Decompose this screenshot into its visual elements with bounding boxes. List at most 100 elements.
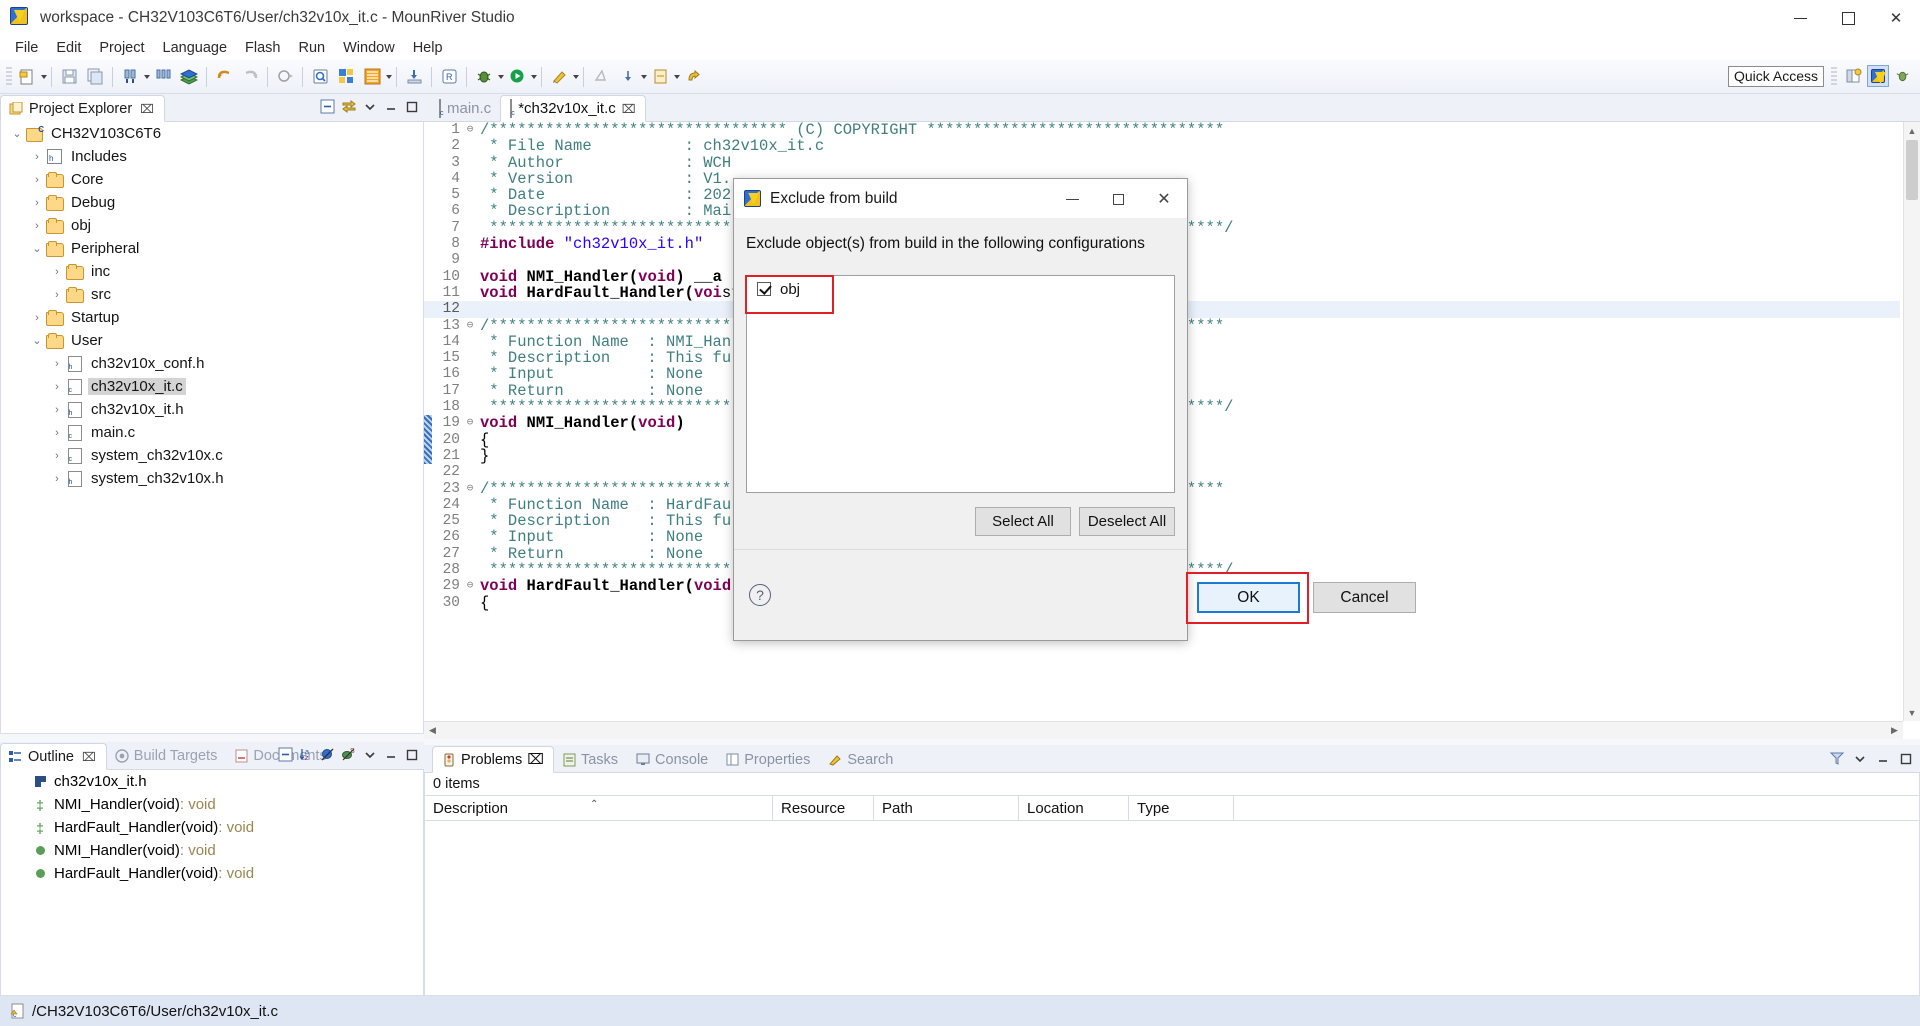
next-annotation-icon[interactable] [588,64,614,90]
project-tree[interactable]: ⌄CH32V103C6T6›Includes›Core›Debug›obj⌄Pe… [0,122,424,734]
debug-config-icon[interactable]: R [436,64,462,90]
tree-item-startup[interactable]: ›Startup [1,306,423,329]
code-line[interactable]: 3 * Author : WCH [424,155,1900,171]
minimize-view-icon[interactable] [382,98,399,115]
scroll-left-icon[interactable]: ◀ [424,722,441,739]
new-icon[interactable] [14,64,40,90]
expand-arrow-icon[interactable]: › [29,151,45,163]
expand-arrow-icon[interactable]: › [49,358,65,370]
tab-search[interactable]: Search [819,746,902,773]
tree-item-user[interactable]: ⌄User [1,329,423,352]
fold-toggle-icon[interactable]: ⊖ [462,481,478,497]
run-last-tool-icon[interactable] [272,64,298,90]
fold-toggle-icon[interactable]: ⊖ [462,122,478,138]
expand-arrow-icon[interactable]: ⌄ [29,242,45,255]
scroll-up-icon[interactable]: ▲ [1904,122,1920,139]
editor-horizontal-scrollbar[interactable]: ◀ ▶ [424,721,1903,739]
expand-arrow-icon[interactable]: › [49,289,65,301]
tree-item-includes[interactable]: ›Includes [1,145,423,168]
open-type-dropdown-icon[interactable] [386,75,392,79]
editor-tab-main-c[interactable]: main.c [430,95,500,122]
expand-arrow-icon[interactable]: › [29,197,45,209]
maximize-button[interactable] [1824,0,1872,36]
new-dropdown-icon[interactable] [41,75,47,79]
save-icon[interactable] [56,64,82,90]
open-perspective-icon[interactable] [1842,65,1864,87]
vertical-scroll-thumb[interactable] [1906,140,1918,200]
tab-build-targets[interactable]: Build Targets [107,742,228,769]
collapse-all-icon[interactable] [319,98,336,115]
quick-access-input[interactable]: Quick Access [1728,66,1824,87]
fold-toggle-icon[interactable]: ⊖ [462,415,478,431]
perspective-drag-handle[interactable] [1831,67,1837,85]
tab-properties[interactable]: Properties [717,746,819,773]
perspective-debug-icon[interactable] [1892,65,1914,87]
column-path[interactable]: Path [874,796,1019,820]
expand-arrow-icon[interactable]: › [29,220,45,232]
menu-project[interactable]: Project [90,38,153,58]
menu-help[interactable]: Help [404,38,452,58]
view-menu-icon[interactable] [361,746,378,763]
tree-item-main-c[interactable]: ›main.c [1,421,423,444]
minimize-button[interactable] [1776,0,1824,36]
save-all-icon[interactable] [82,64,108,90]
close-icon[interactable]: ⌧ [622,102,636,116]
new-class-icon[interactable] [333,64,359,90]
filters-icon[interactable] [1828,750,1845,767]
outline-item[interactable]: ‡HardFault_Handler(void) : void [1,816,423,839]
expand-arrow-icon[interactable]: › [49,473,65,485]
toolbar-drag-handle[interactable] [6,67,12,87]
external-tools-dropdown-icon[interactable] [573,75,579,79]
fold-toggle-icon[interactable]: ⊖ [462,318,478,334]
tree-item-ch32v103c6t6[interactable]: ⌄CH32V103C6T6 [1,122,423,145]
outline-item[interactable]: ch32v10x_it.h [1,770,423,793]
open-type-icon[interactable] [359,64,385,90]
help-icon[interactable]: ? [749,584,771,606]
hide-static-icon[interactable]: S [340,746,357,763]
expand-arrow-icon[interactable]: › [49,404,65,416]
deselect-all-button[interactable]: Deselect All [1079,507,1175,536]
previous-edit-icon[interactable] [614,64,640,90]
column-location[interactable]: Location [1019,796,1129,820]
menu-file[interactable]: File [6,38,47,58]
close-icon[interactable]: ⌧ [82,750,96,764]
close-icon[interactable]: ⌧ [527,752,544,768]
tree-item-ch32v10x-conf-h[interactable]: ›ch32v10x_conf.h [1,352,423,375]
outline-item[interactable]: NMI_Handler(void) : void [1,839,423,862]
books-icon[interactable] [176,64,202,90]
editor-vertical-scrollbar[interactable]: ▲ ▼ [1903,122,1920,721]
outline-item[interactable]: ‡NMI_Handler(void) : void [1,793,423,816]
redo-icon[interactable] [237,64,263,90]
tab-tasks[interactable]: Tasks [554,746,627,773]
dialog-minimize-button[interactable] [1049,179,1095,219]
forward-icon[interactable] [680,64,706,90]
cancel-button[interactable]: Cancel [1313,582,1416,613]
menu-run[interactable]: Run [290,38,335,58]
debug-icon[interactable] [471,64,497,90]
close-icon[interactable]: ⌧ [140,102,154,116]
tab-console[interactable]: Console [627,746,717,773]
tree-item-system-ch32v10x-h[interactable]: ›system_ch32v10x.h [1,467,423,490]
expand-arrow-icon[interactable]: › [29,174,45,186]
maximize-view-icon[interactable] [403,746,420,763]
column-resource[interactable]: Resource [773,796,874,820]
tree-item-core[interactable]: ›Core [1,168,423,191]
minimize-view-icon[interactable] [1874,750,1891,767]
tree-item-src[interactable]: ›src [1,283,423,306]
expand-arrow-icon[interactable]: › [49,427,65,439]
column-type[interactable]: Type [1129,796,1234,820]
dialog-close-button[interactable]: ✕ [1141,179,1187,219]
expand-arrow-icon[interactable]: › [49,266,65,278]
scroll-right-icon[interactable]: ▶ [1886,722,1903,739]
menu-flash[interactable]: Flash [236,38,289,58]
tree-item-obj[interactable]: ›obj [1,214,423,237]
code-line[interactable]: 1⊖/******************************** (C) … [424,122,1900,138]
scroll-down-icon[interactable]: ▼ [1904,704,1920,721]
hide-fields-icon[interactable] [319,746,336,763]
tree-item-ch32v10x-it-c[interactable]: ›ch32v10x_it.c [1,375,423,398]
tree-item-inc[interactable]: ›inc [1,260,423,283]
view-menu-icon[interactable] [361,98,378,115]
outline-item[interactable]: HardFault_Handler(void) : void [1,862,423,885]
tab-problems[interactable]: Problems ⌧ [432,746,554,773]
tab-project-explorer[interactable]: Project Explorer ⌧ [0,95,165,122]
